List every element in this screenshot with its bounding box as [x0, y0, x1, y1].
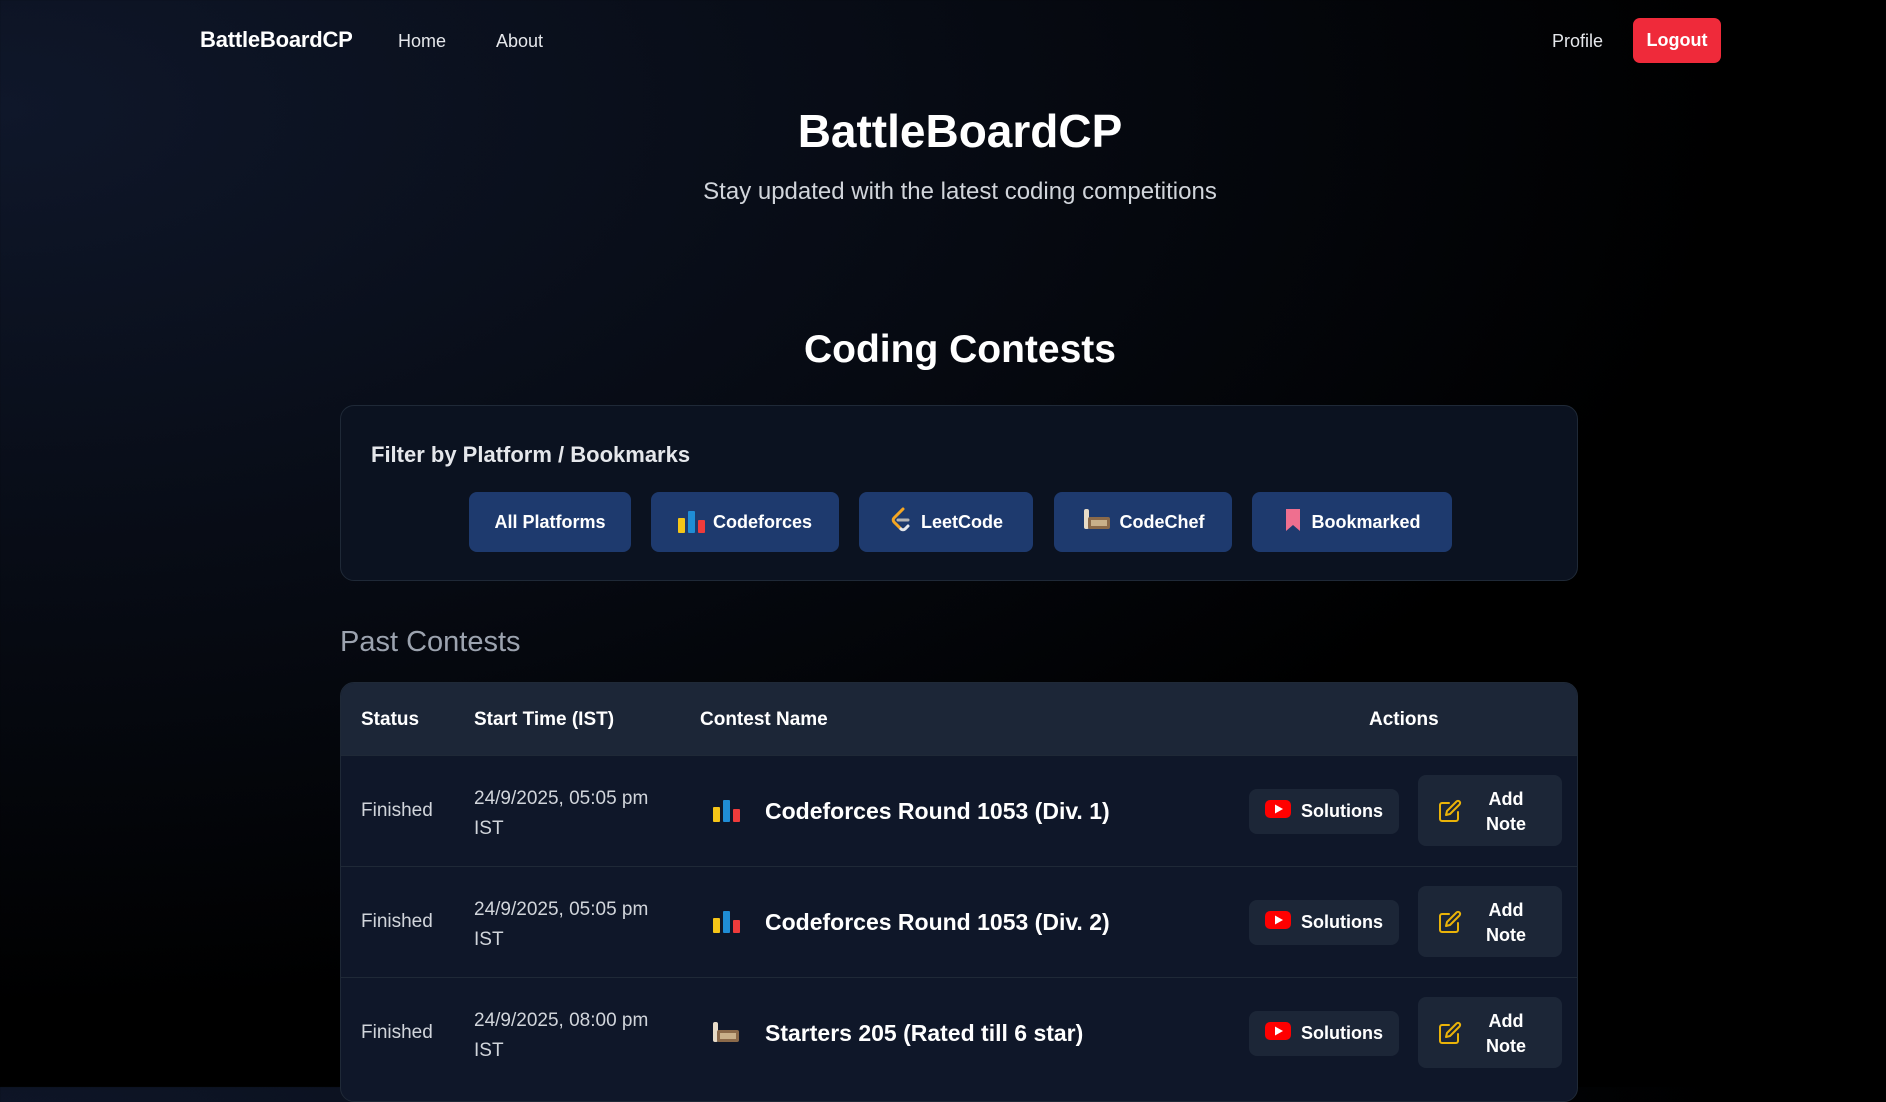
edit-icon [1438, 799, 1462, 823]
filter-button-label: Codeforces [712, 511, 813, 532]
logout-button[interactable]: Logout [1633, 18, 1721, 63]
navbar: BattleBoardCP Home About Profile Logout [0, 0, 1886, 82]
section-title: Coding Contests [804, 328, 1116, 371]
solutions-button[interactable]: Solutions [1249, 900, 1399, 945]
filter-codechef-button[interactable]: CodeChef [1054, 492, 1232, 552]
filter-all-platforms-button[interactable]: All Platforms [469, 492, 631, 552]
filter-bookmarked-button[interactable]: Bookmarked [1252, 492, 1452, 552]
contest-start-time: 24/9/2025, 05:05 pm IST [474, 899, 649, 950]
contest-start-time: 24/9/2025, 05:05 pm IST [474, 788, 649, 839]
add-note-button[interactable]: Add Note [1418, 886, 1562, 957]
solutions-label: Solutions [1301, 801, 1383, 821]
youtube-icon [1265, 799, 1291, 824]
table-row: Finished 24/9/2025, 05:05 pm IST Codefor… [341, 755, 1577, 866]
header-actions: Actions [1369, 709, 1439, 730]
hero-title: BattleBoardCP [797, 105, 1123, 157]
contest-status: Finished [361, 800, 433, 821]
codechef-icon [709, 1018, 743, 1048]
leetcode-icon [889, 507, 913, 538]
edit-icon [1438, 1021, 1462, 1045]
past-contests-heading: Past Contests [340, 626, 521, 658]
solutions-button[interactable]: Solutions [1249, 1011, 1399, 1056]
header-status: Status [361, 709, 420, 730]
filter-button-label: All Platforms [494, 511, 606, 532]
filter-leetcode-button[interactable]: LeetCode [859, 492, 1033, 552]
table-row: Finished 24/9/2025, 08:00 pm IST Starter… [341, 977, 1577, 1088]
contest-name[interactable]: Codeforces Round 1053 (Div. 1) [765, 798, 1110, 825]
header-start-time: Start Time (IST) [474, 709, 615, 730]
filter-panel: Filter by Platform / Bookmarks All Platf… [340, 405, 1578, 581]
hero-subtitle: Stay updated with the latest coding comp… [703, 178, 1217, 205]
contest-name[interactable]: Codeforces Round 1053 (Div. 2) [765, 909, 1110, 936]
contest-status: Finished [361, 911, 433, 932]
filter-codeforces-button[interactable]: Codeforces [651, 492, 839, 552]
contest-start-time: 24/9/2025, 08:00 pm IST [474, 1010, 649, 1061]
codeforces-icon [709, 796, 743, 826]
brand-logo[interactable]: BattleBoardCP [200, 27, 353, 53]
solutions-button[interactable]: Solutions [1249, 789, 1399, 834]
add-note-label: Add Note [1486, 1011, 1526, 1056]
add-note-label: Add Note [1486, 900, 1526, 945]
add-note-button[interactable]: Add Note [1418, 775, 1562, 846]
contests-table: Status Start Time (IST) Contest Name Act… [340, 682, 1578, 1102]
codeforces-icon [709, 907, 743, 937]
contest-name[interactable]: Starters 205 (Rated till 6 star) [765, 1020, 1083, 1047]
codechef-icon [1082, 507, 1112, 538]
filter-button-label: CodeChef [1119, 511, 1205, 532]
add-note-label: Add Note [1486, 789, 1526, 834]
solutions-label: Solutions [1301, 912, 1383, 932]
youtube-icon [1265, 910, 1291, 935]
edit-icon [1438, 910, 1462, 934]
nav-home-link[interactable]: Home [398, 31, 446, 52]
filter-button-label: LeetCode [920, 511, 1003, 532]
table-header: Status Start Time (IST) Contest Name Act… [341, 683, 1577, 755]
bookmark-icon [1283, 507, 1303, 538]
add-note-button[interactable]: Add Note [1418, 997, 1562, 1068]
codeforces-icon [677, 511, 705, 533]
header-contest-name: Contest Name [700, 709, 828, 730]
contest-status: Finished [361, 1022, 433, 1043]
filter-button-label: Bookmarked [1311, 511, 1421, 532]
table-row: Finished 24/9/2025, 05:05 pm IST Codefor… [341, 866, 1577, 977]
nav-about-link[interactable]: About [496, 31, 543, 52]
youtube-icon [1265, 1021, 1291, 1046]
solutions-label: Solutions [1301, 1023, 1383, 1043]
filter-heading: Filter by Platform / Bookmarks [371, 442, 691, 467]
nav-profile-link[interactable]: Profile [1552, 31, 1603, 52]
